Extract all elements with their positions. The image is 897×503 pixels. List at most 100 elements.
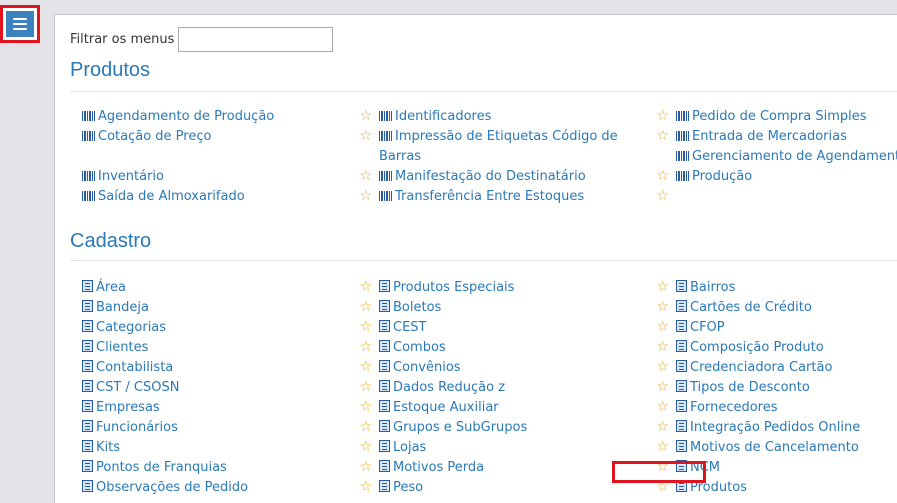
filter-label: Filtrar os menus (70, 32, 175, 47)
menu-item-label: Motivos Perda (393, 460, 485, 475)
menu-item-label: Bandeja (96, 300, 149, 315)
menu-item-link[interactable]: Tipos de Desconto (676, 378, 810, 398)
menu-item-link[interactable]: CFOP (676, 318, 725, 338)
menu-item-link[interactable]: Composição Produto (676, 338, 824, 358)
menu-item-link[interactable]: Credenciadora Cartão (676, 358, 832, 378)
menu-item-link[interactable]: Cartões de Crédito (676, 298, 812, 318)
favorite-star-icon[interactable]: ☆ (359, 438, 372, 456)
menu-item-link[interactable]: Dados Redução z (379, 378, 505, 398)
menu-item-link[interactable]: Peso (379, 478, 423, 498)
menu-item-label: CFOP (690, 320, 725, 335)
favorite-star-icon[interactable]: ☆ (359, 338, 372, 356)
favorite-star-icon[interactable]: ☆ (359, 458, 372, 476)
menu-item-link[interactable]: CEST (379, 318, 426, 338)
favorite-star-icon[interactable]: ☆ (359, 167, 372, 185)
filter-menu-input[interactable] (178, 27, 334, 52)
favorite-star-icon[interactable]: ☆ (656, 107, 669, 125)
menu-item-link[interactable]: Observações de Pedido (82, 478, 248, 498)
menu-item-link[interactable]: Produtos Especiais (379, 278, 514, 298)
menu-item-link[interactable]: Cotação de Preço (82, 127, 211, 147)
menu-item-link[interactable]: Grupos e SubGrupos (379, 418, 527, 438)
menu-item-link[interactable]: Boletos (379, 298, 441, 318)
favorite-star-icon[interactable]: ☆ (359, 187, 372, 205)
barcode-icon (379, 131, 392, 141)
menu-panel: Filtrar os menus Produtos Cadastro Agend… (54, 14, 897, 503)
menu-item-link[interactable]: Convênios (379, 358, 461, 378)
menu-item-link[interactable]: Entrada de Mercadorias (676, 127, 847, 147)
menu-item-link[interactable]: Identificadores (379, 107, 491, 127)
menu-item-link[interactable]: Saída de Almoxarifado (82, 187, 245, 207)
form-icon (82, 440, 93, 452)
favorite-star-icon[interactable]: ☆ (656, 378, 669, 396)
favorite-star-icon[interactable]: ☆ (656, 358, 669, 376)
favorite-star-icon[interactable]: ☆ (656, 318, 669, 336)
menu-item-link[interactable]: Agendamento de Produção (82, 107, 274, 127)
menu-item-link[interactable]: Funcionários (82, 418, 178, 438)
menu-item-link[interactable]: Integração Pedidos Online (676, 418, 860, 438)
menu-item: Clientes ☆ (82, 338, 372, 358)
menu-item-link[interactable]: Categorias (82, 318, 166, 338)
menu-item-link[interactable]: Gerenciamento de Agendamento (676, 147, 897, 167)
favorite-star-icon[interactable]: ☆ (359, 278, 372, 296)
favorite-star-icon[interactable]: ☆ (656, 127, 669, 145)
menu-item: Agendamento de Produção ☆ (82, 107, 372, 127)
menu-item-link[interactable]: Contabilista (82, 358, 173, 378)
favorite-star-icon[interactable]: ☆ (656, 338, 669, 356)
menu-item-link[interactable]: Manifestação do Destinatário (379, 167, 586, 187)
form-icon (379, 280, 390, 292)
form-icon (676, 300, 687, 312)
favorite-star-icon[interactable]: ☆ (656, 418, 669, 436)
menu-item-link[interactable]: Motivos de Cancelamento (676, 438, 859, 458)
menu-item-label: Combos (393, 340, 446, 355)
menu-item: Dados Redução z ☆ (379, 378, 669, 398)
favorite-star-icon[interactable]: ☆ (359, 127, 372, 145)
menu-item-link[interactable]: Inventário (82, 167, 164, 187)
menu-item-label: Grupos e SubGrupos (393, 420, 528, 435)
favorite-star-icon[interactable]: ☆ (359, 378, 372, 396)
menu-item-link[interactable]: Estoque Auxiliar (379, 398, 499, 418)
menu-item-label: Empresas (96, 400, 160, 415)
favorite-star-icon[interactable]: ☆ (359, 107, 372, 125)
menu-item-link[interactable]: Transferência Entre Estoques (379, 187, 584, 207)
favorite-star-icon[interactable]: ☆ (359, 298, 372, 316)
favorite-star-icon[interactable]: ☆ (359, 358, 372, 376)
hamburger-menu-button[interactable] (6, 11, 34, 37)
favorite-star-icon[interactable]: ☆ (656, 438, 669, 456)
favorite-star-icon[interactable]: ☆ (656, 398, 669, 416)
menu-item: CST / CSOSN ☆ (82, 378, 372, 398)
favorite-star-icon[interactable]: ☆ (656, 298, 669, 316)
menu-item-link[interactable]: Kits (82, 438, 120, 458)
barcode-icon (379, 111, 392, 121)
form-icon (676, 280, 687, 292)
menu-item-link[interactable]: Pedido de Compra Simples (676, 107, 867, 127)
favorite-star-icon[interactable]: ☆ (656, 167, 669, 185)
menu-item-link[interactable]: Pontos de Franquias (82, 458, 227, 478)
form-icon (82, 320, 93, 332)
favorite-star-icon[interactable]: ☆ (656, 278, 669, 296)
menu-item: Pontos de Franquias ☆ (82, 458, 372, 478)
favorite-star-icon[interactable]: ☆ (359, 318, 372, 336)
menu-item-link[interactable]: Lojas (379, 438, 426, 458)
favorite-star-icon[interactable]: ☆ (656, 187, 669, 205)
menu-item-link[interactable]: Motivos Perda (379, 458, 484, 478)
form-icon (82, 360, 93, 372)
menu-item-link[interactable]: Bandeja (82, 298, 149, 318)
favorite-star-icon[interactable]: ☆ (359, 398, 372, 416)
menu-item-label: Convênios (393, 360, 461, 375)
menu-item-label: Dados Redução z (393, 380, 506, 395)
menu-item-link[interactable]: Área (82, 278, 126, 298)
menu-item-link[interactable]: Clientes (82, 338, 148, 358)
form-icon (379, 400, 390, 412)
menu-item-link[interactable]: Empresas (82, 398, 160, 418)
menu-item-link[interactable]: Fornecedores (676, 398, 778, 418)
menu-item: Credenciadora Cartão (676, 358, 897, 378)
favorite-star-icon[interactable]: ☆ (359, 418, 372, 436)
menu-item-link[interactable]: CST / CSOSN (82, 378, 179, 398)
menu-item-link[interactable]: Bairros (676, 278, 735, 298)
favorite-star-icon[interactable]: ☆ (359, 478, 372, 496)
menu-item: Identificadores ☆ (379, 107, 669, 127)
menu-item-link[interactable]: Produção (676, 167, 752, 187)
menu-item-link[interactable]: Combos (379, 338, 446, 358)
menu-item-link[interactable]: Impressão de Etiquetas Código de Barras (379, 127, 629, 167)
menu-item: Observações de Pedido ☆ (82, 478, 372, 498)
